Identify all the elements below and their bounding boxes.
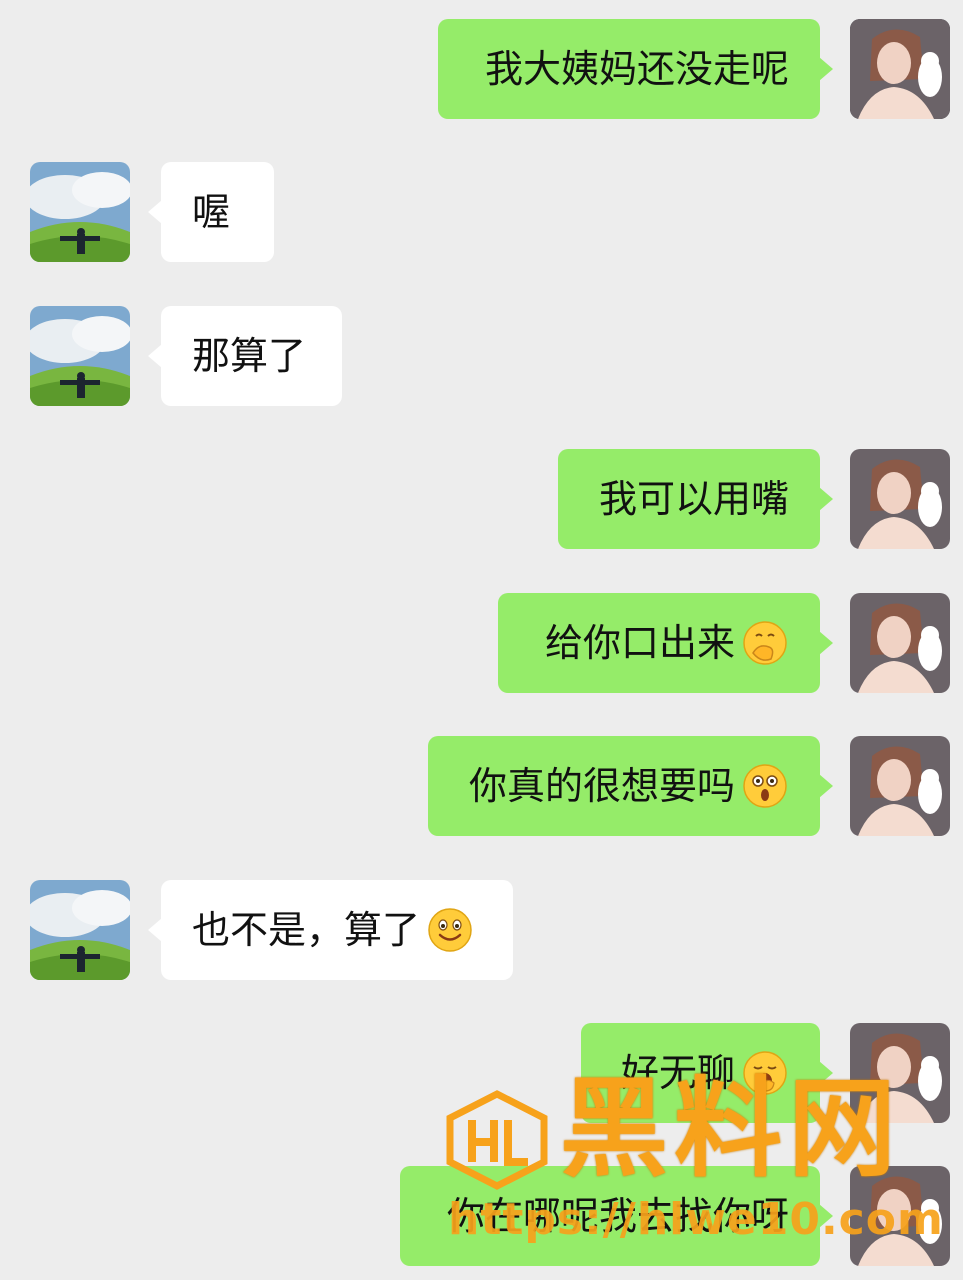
yawning-face-emoji-icon bbox=[741, 1049, 789, 1097]
message-text: 好无聊 bbox=[620, 1051, 735, 1095]
self-avatar-image bbox=[850, 736, 950, 836]
astonished-emoji-icon bbox=[741, 762, 789, 810]
message-text: 我大姨妈还没走呢 bbox=[484, 47, 789, 91]
message-text: 也不是，算了 bbox=[192, 908, 421, 952]
message-bubble-sent[interactable]: 给你口出来 bbox=[498, 593, 833, 693]
self-avatar[interactable] bbox=[850, 449, 950, 549]
message-bubble-sent[interactable]: 我大姨妈还没走呢 bbox=[438, 19, 833, 119]
self-avatar[interactable] bbox=[850, 1023, 950, 1123]
message-text: 给你口出来 bbox=[544, 621, 735, 665]
message-bubble-sent[interactable]: 我可以用嘴 bbox=[558, 449, 833, 549]
message-text: 喔 bbox=[192, 190, 231, 234]
chat-window: 我大姨妈还没走呢 喔 那算了 我可以用嘴 给你口出来 你真的很想要吗 也不是，算… bbox=[0, 0, 963, 1280]
contact-avatar-image bbox=[30, 306, 130, 406]
message-bubble-received[interactable]: 那算了 bbox=[148, 306, 342, 406]
contact-avatar-image bbox=[30, 880, 130, 980]
message-bubble-sent[interactable]: 你真的很想要吗 bbox=[428, 736, 833, 836]
self-avatar-image bbox=[850, 593, 950, 693]
contact-avatar[interactable] bbox=[30, 306, 130, 406]
message-text: 你在哪呢我去找你呀 bbox=[446, 1194, 789, 1238]
self-avatar-image bbox=[850, 449, 950, 549]
self-avatar[interactable] bbox=[850, 19, 950, 119]
self-avatar-image bbox=[850, 19, 950, 119]
smiling-face-emoji-icon bbox=[426, 906, 474, 954]
message-bubble-received[interactable]: 喔 bbox=[148, 162, 274, 262]
hand-over-mouth-emoji-icon bbox=[741, 619, 789, 667]
message-bubble-received[interactable]: 也不是，算了 bbox=[148, 880, 513, 980]
contact-avatar-image bbox=[30, 162, 130, 262]
self-avatar[interactable] bbox=[850, 593, 950, 693]
self-avatar-image bbox=[850, 1166, 950, 1266]
message-text: 那算了 bbox=[192, 334, 307, 378]
message-text: 你真的很想要吗 bbox=[468, 764, 735, 808]
message-bubble-sent[interactable]: 你在哪呢我去找你呀 bbox=[400, 1166, 833, 1266]
contact-avatar[interactable] bbox=[30, 162, 130, 262]
self-avatar-image bbox=[850, 1023, 950, 1123]
self-avatar[interactable] bbox=[850, 1166, 950, 1266]
contact-avatar[interactable] bbox=[30, 880, 130, 980]
message-text: 我可以用嘴 bbox=[598, 477, 789, 521]
message-bubble-sent[interactable]: 好无聊 bbox=[581, 1023, 833, 1123]
self-avatar[interactable] bbox=[850, 736, 950, 836]
